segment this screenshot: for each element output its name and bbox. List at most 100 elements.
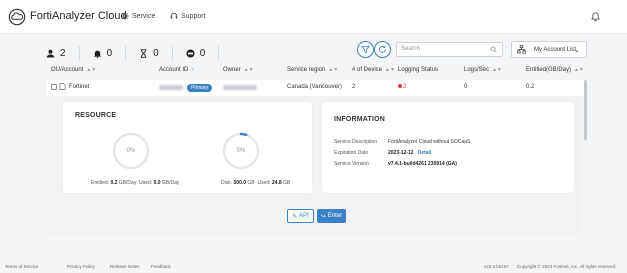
- nav-service[interactable]: Service: [121, 12, 155, 20]
- cell-ou-account[interactable]: Fortinet: [69, 84, 89, 90]
- cell-owner: [223, 84, 257, 92]
- expiration-date-cell: 2023-12-12 Detail: [388, 150, 431, 156]
- column-header-entitled[interactable]: Entitled(GB/Day) ▲▼: [526, 67, 584, 73]
- cell-logging-status: 2: [398, 84, 406, 90]
- document-icon: [59, 83, 66, 90]
- footer-version: v23.3.b0157: [484, 264, 509, 269]
- nav-support-label: Support: [181, 12, 206, 20]
- log-usage-percent: 0%: [126, 148, 136, 154]
- top-bar: FortiAnalyzer Cloud Service Support: [0, 0, 627, 34]
- divider: [218, 46, 220, 60]
- disk-label: Disk:: [221, 180, 233, 186]
- nav-support[interactable]: Support: [170, 12, 206, 20]
- disk-used-value: 24.8: [271, 180, 282, 186]
- chevron-down-icon: ⌄: [574, 47, 580, 54]
- disk-used-unit: GB: [283, 180, 291, 186]
- information-card: INFORMATION Service Description FortiAna…: [322, 102, 574, 193]
- column-header-logs-sec[interactable]: Logs/Sec ▲▼: [464, 67, 502, 73]
- column-header-account-id[interactable]: Account ID ↑: [159, 67, 194, 73]
- filter-button[interactable]: [357, 41, 374, 58]
- service-description-label: Service Description: [334, 139, 378, 145]
- block-icon: [186, 48, 195, 58]
- entitled-caption: Entitled: 0.2 GB/Day Used: 0.0 GB/Day: [91, 180, 179, 186]
- stat-alerts[interactable]: 0: [93, 47, 113, 59]
- cell-service-region: Canada (Vancouver): [287, 84, 342, 90]
- entitled-label: Entitled:: [91, 180, 110, 186]
- cell-entitled: 0.2: [526, 84, 535, 90]
- api-button-label: API: [299, 213, 309, 219]
- divider: [171, 46, 173, 60]
- headset-icon: [170, 12, 178, 19]
- bell-icon: [93, 50, 101, 58]
- enter-button-label: Enter: [327, 213, 343, 219]
- sort-icon: ▲▼: [385, 67, 395, 73]
- resource-title: RESOURCE: [75, 112, 117, 119]
- column-label: Entitled(GB/Day): [526, 67, 572, 73]
- service-description-value: FortiAnalyzer Cloud without SOCaaS: [388, 139, 471, 145]
- divider: [78, 46, 80, 60]
- stat-users-value: 2: [60, 47, 66, 59]
- footer-link-feedback[interactable]: Feedback: [151, 264, 171, 269]
- expand-checkbox[interactable]: [51, 84, 57, 90]
- edit-icon: ✎: [292, 213, 298, 220]
- footer-link-terms[interactable]: Terms of Service: [5, 264, 39, 269]
- table-header: OU/Account ▲▼ Account ID ↑ Owner ▲▼ Service…: [46, 64, 586, 78]
- sort-icon: ▲▼: [492, 67, 502, 73]
- disk-caption: Disk: 500.0 GB Used: 24.8 GB: [221, 180, 290, 186]
- entitled-value: 0.2: [110, 180, 118, 186]
- stats-bar: 2 0 0 0: [46, 44, 232, 62]
- column-header-devices[interactable]: # of Device ▲▼: [352, 67, 395, 73]
- column-label: # of Device: [352, 67, 383, 73]
- column-label: OU/Account: [51, 67, 84, 73]
- redacted-account-id: [159, 85, 183, 90]
- sort-icon: ▲▼: [243, 67, 254, 73]
- stat-blocked[interactable]: 0: [186, 47, 206, 59]
- refresh-button[interactable]: [374, 41, 391, 58]
- stat-blocked-value: 0: [199, 47, 206, 59]
- disk-value: 500.0: [233, 180, 247, 186]
- resource-card: RESOURCE 0% Entitled: 0.2 GB/Day Used: 0…: [63, 102, 312, 193]
- sort-icon: ▲▼: [86, 67, 97, 73]
- column-header-logging-status[interactable]: Logging Status: [398, 67, 438, 73]
- information-title: INFORMATION: [334, 116, 386, 123]
- notification-bell-icon[interactable]: [591, 11, 600, 21]
- sort-up-icon: ↑: [191, 67, 194, 73]
- cloud-logo-icon[interactable]: [8, 8, 26, 26]
- expiration-date-value: 2023-12-12: [388, 150, 414, 156]
- api-button[interactable]: ✎ API: [287, 209, 314, 223]
- column-header-owner[interactable]: Owner ▲▼: [223, 67, 254, 73]
- divider: [125, 46, 127, 60]
- search-icon: [490, 46, 497, 53]
- enter-button[interactable]: ↪ Enter: [317, 209, 346, 223]
- column-header-ou-account[interactable]: OU/Account ▲▼: [51, 67, 96, 73]
- disk-unit: GB: [247, 180, 255, 186]
- footer-copyright: Copyright © 2023 Fortinet, Inc. All righ…: [517, 264, 617, 269]
- footer-link-privacy[interactable]: Privacy Policy: [67, 264, 95, 269]
- detail-link[interactable]: Detail: [418, 150, 432, 156]
- cell-devices: 2: [352, 84, 356, 90]
- redacted-owner: [223, 85, 257, 90]
- disk-usage-percent: 5%: [236, 148, 246, 154]
- vertical-scrollbar[interactable]: [584, 80, 587, 140]
- cell-account-id: Primary: [159, 84, 213, 93]
- stat-users[interactable]: 2: [46, 48, 66, 59]
- search-input[interactable]: Search: [396, 42, 503, 57]
- used-label: Used:: [139, 180, 153, 186]
- app-title: FortiAnalyzer Cloud: [30, 10, 127, 22]
- sort-icon: ▲▼: [328, 67, 339, 73]
- logging-status-value: 2: [403, 84, 407, 90]
- service-version-label: Service Version: [334, 161, 369, 167]
- table-row[interactable]: Fortinet Primary Canada (Vancouver) 2 2 …: [46, 80, 586, 96]
- service-version-value: v7.4.1-build4261 230914 (GA): [388, 161, 457, 167]
- account-list-dropdown[interactable]: My Account List ⌄: [511, 41, 587, 58]
- gear-icon: [121, 12, 129, 20]
- column-header-service-region[interactable]: Service region ▲▼: [287, 67, 338, 73]
- stat-alerts-value: 0: [106, 47, 113, 59]
- used-unit: GB/Day: [161, 180, 180, 186]
- footer-link-release-notes[interactable]: Release Notes: [110, 264, 140, 269]
- hourglass-icon: [140, 48, 147, 58]
- stat-pending[interactable]: 0: [139, 48, 159, 59]
- nav-service-label: Service: [132, 12, 156, 20]
- stat-pending-value: 0: [153, 47, 159, 59]
- primary-badge: Primary: [187, 84, 213, 93]
